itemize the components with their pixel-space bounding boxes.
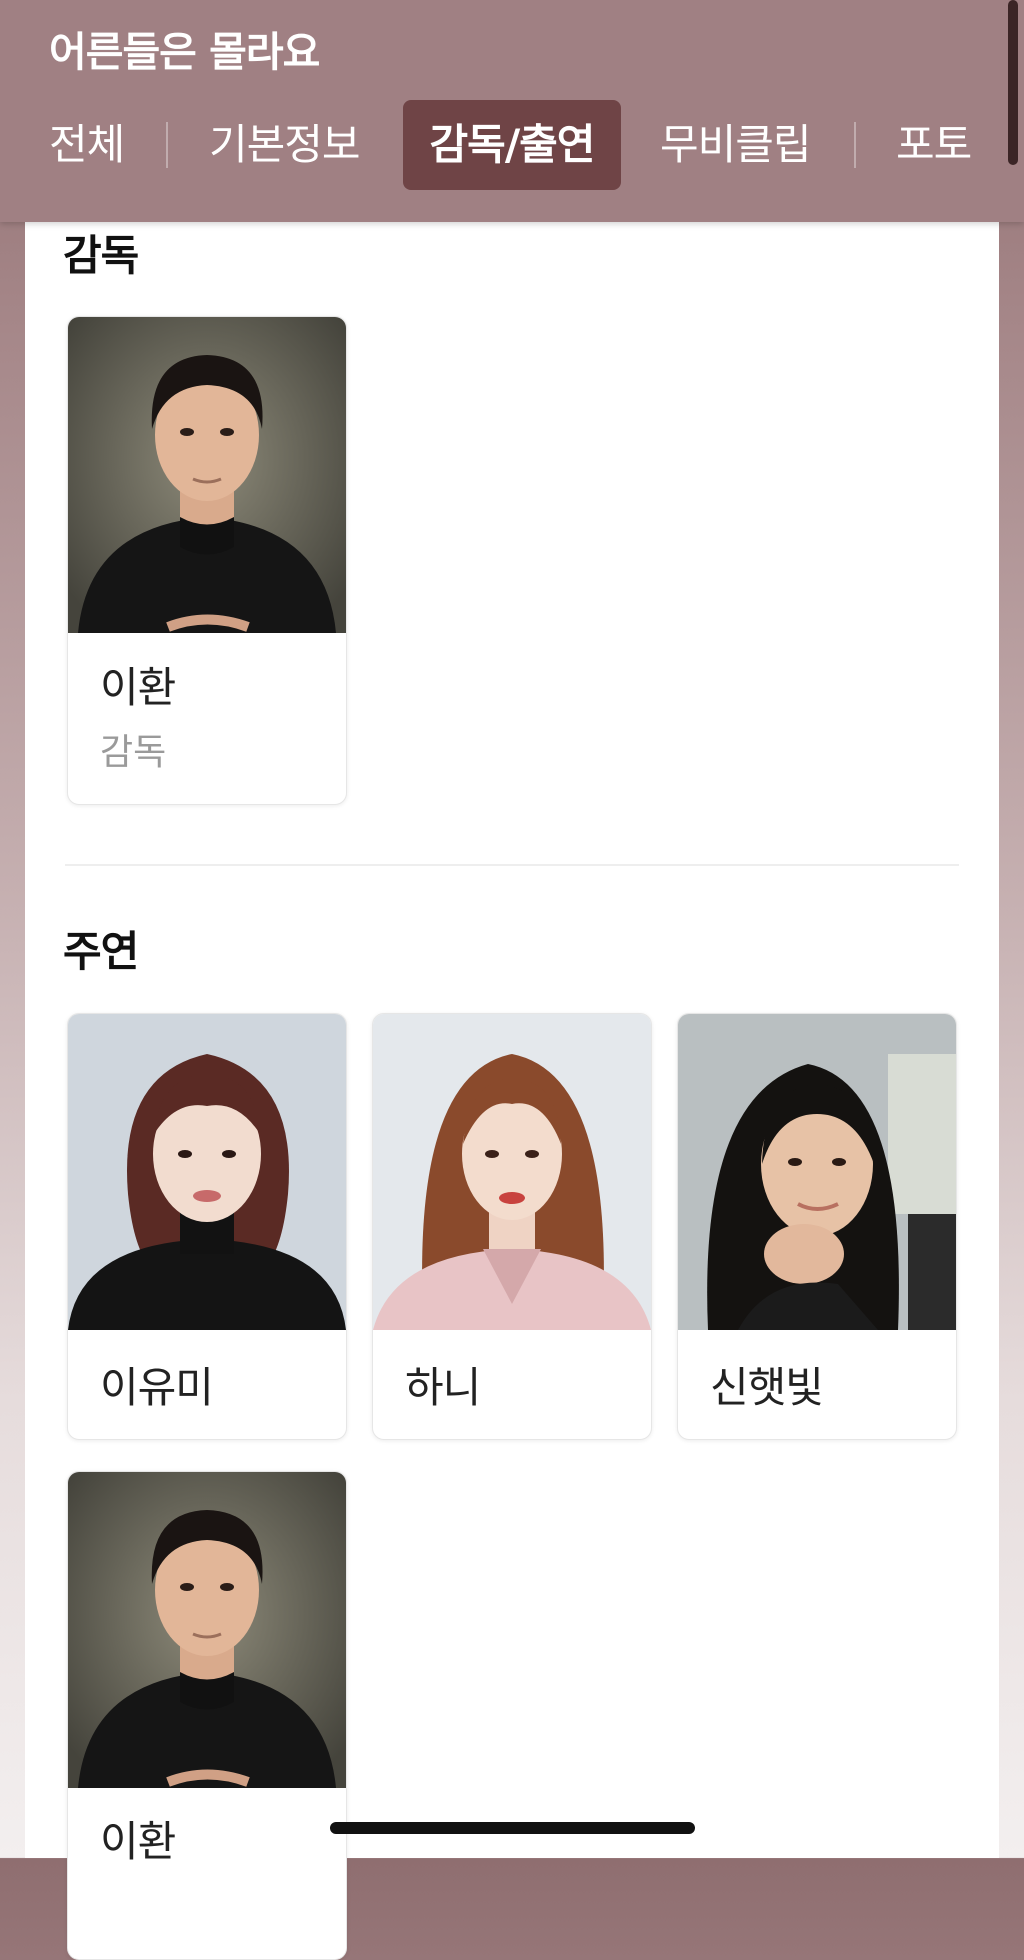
actor-photo <box>678 1014 956 1330</box>
person-name: 이환 <box>100 1817 176 1866</box>
actor-photo <box>68 1014 346 1330</box>
home-indicator[interactable] <box>330 1822 695 1834</box>
tab-movie-clip[interactable]: 무비클립 <box>660 100 812 190</box>
tab-photo[interactable]: 포토 <box>896 100 972 190</box>
tab-divider <box>166 122 168 168</box>
person-card-lead[interactable]: 이유미 <box>67 1013 347 1440</box>
tab-director-cast[interactable]: 감독/출연 <box>403 100 621 190</box>
person-card-lead[interactable]: 이환 <box>67 1471 347 1960</box>
tab-basic-info[interactable]: 기본정보 <box>209 100 361 190</box>
person-name: 이환 <box>100 663 176 712</box>
person-name: 하니 <box>405 1363 481 1412</box>
section-title-director: 감독 <box>63 231 139 280</box>
actor-photo <box>373 1014 651 1330</box>
top-header: 어른들은 몰라요 전체 기본정보 감독/출연 무비클립 포토 <box>0 0 1024 222</box>
tab-bar: 전체 기본정보 감독/출연 무비클립 포토 <box>0 100 1024 190</box>
person-name: 이유미 <box>100 1363 214 1412</box>
person-role: 감독 <box>100 732 167 773</box>
tab-divider <box>854 122 856 168</box>
actor-photo <box>68 1472 346 1788</box>
tab-all[interactable]: 전체 <box>49 100 125 190</box>
cast-content: 감독 이환 감독 주연 이유미 하니 신햇빛 이환 <box>25 222 999 1960</box>
person-card-lead[interactable]: 신햇빛 <box>677 1013 957 1440</box>
director-photo <box>68 317 346 633</box>
section-divider <box>65 864 959 866</box>
section-title-lead: 주연 <box>63 927 139 976</box>
person-card-lead[interactable]: 하니 <box>372 1013 652 1440</box>
page-title: 어른들은 몰라요 <box>49 28 320 76</box>
person-name: 신햇빛 <box>710 1363 824 1412</box>
person-card-director[interactable]: 이환 감독 <box>67 316 347 805</box>
